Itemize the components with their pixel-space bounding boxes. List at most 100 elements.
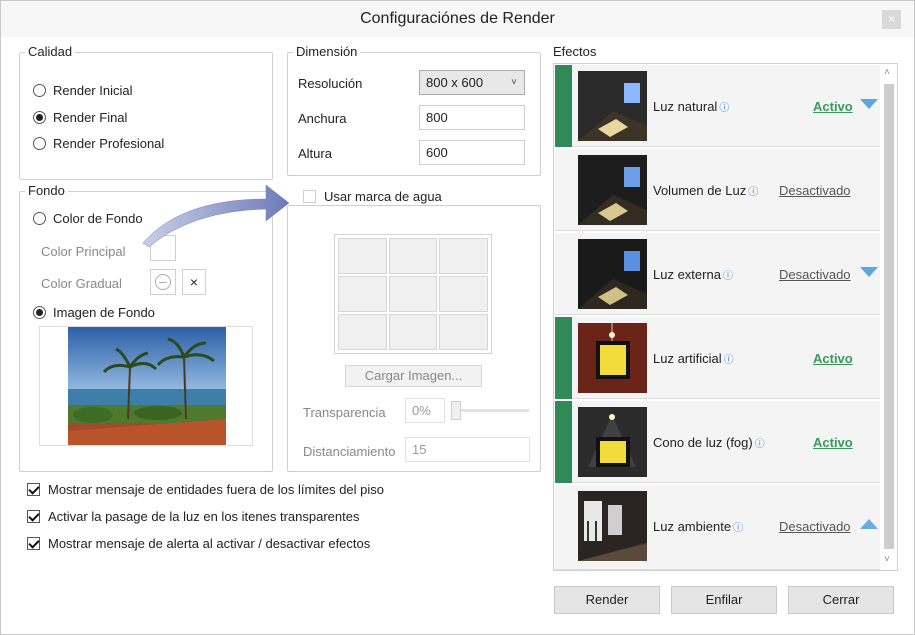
quality-option-professional[interactable]: Render Profesional [33, 136, 164, 151]
radio-icon [33, 212, 46, 225]
effect-thumbnail [578, 155, 647, 225]
option-light-transparent[interactable]: Activar la pasage de la luz en los itene… [27, 509, 359, 524]
radio-icon [33, 84, 46, 97]
slider-thumb[interactable] [451, 401, 461, 420]
grid-cell[interactable] [439, 276, 488, 312]
clear-gradient-button[interactable]: × [182, 269, 206, 295]
effect-thumbnail [578, 323, 647, 393]
transparency-label: Transparencia [303, 405, 386, 420]
width-input[interactable]: 800 [419, 105, 525, 130]
scroll-down-icon[interactable]: ˅ [884, 554, 890, 565]
close-icon[interactable]: × [882, 10, 901, 29]
queue-button[interactable]: Enfilar [671, 586, 777, 614]
effect-status[interactable]: Desactivado [779, 267, 851, 282]
scroll-up-icon[interactable]: ˄ [884, 67, 890, 78]
height-input[interactable]: 600 [419, 140, 525, 165]
background-image-label: Imagen de Fondo [53, 305, 155, 320]
background-color-label: Color de Fondo [53, 211, 143, 226]
resolution-select[interactable]: 800 x 600 ˅ [419, 70, 525, 95]
effect-volumen-de-luz[interactable]: Volumen de Luz ⓘ Desactivado [555, 149, 880, 231]
grid-cell[interactable] [388, 314, 438, 350]
distance-input[interactable]: 15 [405, 437, 530, 462]
distance-label: Distanciamiento [303, 444, 396, 459]
grid-cell[interactable] [338, 276, 387, 312]
option-label: Mostrar mensaje de entidades fuera de lo… [48, 482, 385, 497]
effects-list: Luz natural ⓘ Activo Volumen de Luz ⓘ Desa… [553, 63, 898, 571]
radio-icon [33, 137, 46, 150]
effect-status[interactable]: Activo [813, 435, 853, 450]
effect-name: Volumen de Luz ⓘ [653, 183, 759, 198]
effect-thumbnail [578, 239, 647, 309]
dimension-legend: Dimensión [293, 44, 361, 59]
active-indicator [555, 65, 572, 147]
close-button[interactable]: Cerrar [788, 586, 894, 614]
info-icon[interactable]: ⓘ [723, 271, 733, 282]
effects-scrollbar[interactable]: ˄ ˅ [881, 64, 897, 570]
resolution-value: 800 x 600 [426, 75, 484, 90]
background-color-option[interactable]: Color de Fondo [33, 211, 143, 226]
chevron-up-icon[interactable] [860, 519, 878, 529]
height-label: Altura [298, 146, 332, 161]
hint-arrow [142, 184, 290, 248]
effect-name: Luz natural ⓘ [653, 99, 730, 114]
effect-status[interactable]: Activo [813, 99, 853, 114]
effect-status[interactable]: Activo [813, 351, 853, 366]
render-button[interactable]: Render [554, 586, 660, 614]
quality-option-initial[interactable]: Render Inicial [33, 83, 133, 98]
effect-luz-natural[interactable]: Luz natural ⓘ Activo [555, 65, 880, 147]
effects-label: Efectos [553, 44, 597, 59]
gradient-color-label: Color Gradual [41, 276, 122, 291]
transparency-input[interactable]: 0% [405, 398, 445, 423]
info-icon[interactable]: ⓘ [719, 103, 729, 114]
gradient-color-picker[interactable] [150, 269, 176, 295]
quality-option-final[interactable]: Render Final [33, 110, 127, 125]
scrollbar-thumb[interactable] [884, 84, 894, 549]
quality-option-label: Render Inicial [53, 83, 133, 98]
grid-cell[interactable] [388, 238, 438, 274]
quality-option-label: Render Final [53, 110, 128, 125]
option-alert-effects[interactable]: Mostrar mensaje de alerta al activar / d… [27, 536, 370, 551]
watermark-position-grid [334, 234, 492, 354]
resolution-label: Resolución [298, 76, 363, 91]
transparency-slider[interactable] [451, 401, 529, 421]
effect-thumbnail [578, 407, 647, 477]
option-out-of-floor[interactable]: Mostrar mensaje de entidades fuera de lo… [27, 482, 384, 497]
title-bar: Configuraciónes de Render × [1, 1, 914, 37]
effect-name: Luz externa ⓘ [653, 267, 733, 282]
effect-cono-de-luz[interactable]: Cono de luz (fog) ⓘ Activo [555, 401, 880, 483]
background-image-frame [39, 326, 253, 446]
effect-status[interactable]: Desactivado [779, 519, 851, 534]
chevron-down-icon: ˅ [511, 77, 517, 88]
primary-color-label: Color Principal [41, 244, 126, 259]
option-label: Activar la pasage de la luz en los itene… [48, 509, 360, 524]
watermark-label: Usar marca de agua [324, 189, 442, 204]
watermark-checkbox[interactable]: Usar marca de agua [301, 189, 448, 204]
width-label: Anchura [298, 111, 347, 126]
quality-option-label: Render Profesional [53, 136, 165, 151]
load-image-button[interactable]: Cargar Imagen... [345, 365, 482, 387]
grid-cell[interactable] [439, 314, 488, 350]
effect-luz-artificial[interactable]: Luz artificial ⓘ Activo [555, 317, 880, 399]
active-indicator [555, 401, 572, 483]
effect-name: Cono de luz (fog) ⓘ [653, 435, 765, 450]
info-icon[interactable]: ⓘ [748, 187, 758, 198]
effect-thumbnail [578, 71, 647, 141]
effect-luz-externa[interactable]: Luz externa ⓘ Desactivado [555, 233, 880, 315]
info-icon[interactable]: ⓘ [733, 523, 743, 534]
effect-name: Luz ambiente ⓘ [653, 519, 744, 534]
grid-cell[interactable] [338, 238, 387, 274]
effect-luz-ambiente[interactable]: Luz ambiente ⓘ Desactivado [555, 485, 880, 570]
no-color-icon [155, 274, 171, 290]
effect-status[interactable]: Desactivado [779, 183, 851, 198]
info-icon[interactable]: ⓘ [755, 439, 765, 450]
quality-legend: Calidad [25, 44, 76, 59]
grid-cell[interactable] [388, 276, 438, 312]
chevron-down-icon[interactable] [860, 267, 878, 277]
grid-cell[interactable] [338, 314, 387, 350]
active-indicator [555, 317, 572, 399]
beach-image [68, 327, 226, 445]
info-icon[interactable]: ⓘ [724, 355, 734, 366]
background-image-option[interactable]: Imagen de Fondo [33, 305, 155, 320]
chevron-down-icon[interactable] [860, 99, 878, 109]
grid-cell[interactable] [439, 238, 488, 274]
